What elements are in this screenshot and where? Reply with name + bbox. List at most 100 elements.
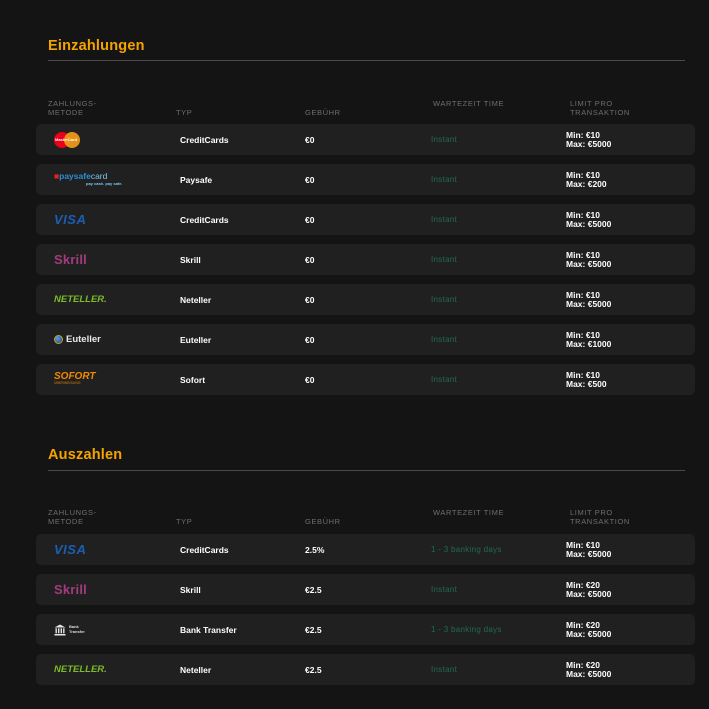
col-header-wait: WARTEZEIT TIME	[433, 99, 505, 108]
payment-wait: Instant	[431, 375, 458, 384]
payment-wait: 1 - 3 banking days	[431, 625, 502, 634]
payment-limit: Min: €20 Max: €5000	[566, 654, 611, 685]
payment-wait: Instant	[431, 335, 458, 344]
neteller-icon: NETELLER.	[54, 294, 107, 305]
payment-limit: Min: €10 Max: €5000	[566, 244, 611, 275]
col-header-type: TYP	[176, 517, 193, 526]
col-header-method: ZAHLUNGS- METODE	[48, 508, 97, 526]
neteller-logo: NETELLER.	[54, 284, 154, 315]
limit-max: Max: €5000	[566, 588, 612, 599]
deposits-title: Einzahlungen	[48, 38, 145, 54]
payment-wait: Instant	[431, 215, 458, 224]
withdrawals-divider	[48, 470, 685, 471]
payment-fee: €2.5	[305, 584, 322, 595]
paysafecard-logo: ■paysafecard pay cash. pay safe.	[54, 164, 154, 195]
payment-wait: Instant	[431, 135, 458, 144]
payment-limit: Min: €10 Max: €5000	[566, 204, 611, 235]
payment-fee: €0	[305, 214, 315, 225]
payment-limit: Min: €10 Max: €200	[566, 164, 607, 195]
payment-fee: €2.5	[305, 624, 322, 635]
paysafecard-icon: ■paysafecard pay cash. pay safe.	[54, 170, 123, 186]
skrill-logo: Skrill	[54, 574, 154, 605]
payment-fee: €0	[305, 254, 315, 265]
payment-wait: Instant	[431, 295, 458, 304]
col-header-limit: LIMIT PRO TRANSAKTION	[570, 508, 630, 526]
col-header-fee: GEBÜHR	[305, 108, 341, 117]
payment-wait: Instant	[431, 175, 458, 184]
table-row: MasterCard CreditCards €0 Instant Min: €…	[36, 124, 695, 155]
mastercard-icon: MasterCard	[54, 131, 80, 148]
payment-limit: Min: €10 Max: €5000	[566, 124, 611, 155]
table-row: Skrill Skrill €0 Instant Min: €10 Max: €…	[36, 244, 695, 275]
payment-limit: Min: €10 Max: €1000	[566, 324, 611, 355]
payment-wait: Instant	[431, 255, 458, 264]
payment-limit: Min: €10 Max: €5000	[566, 534, 611, 565]
table-row: NETELLER. Neteller €0 Instant Min: €10 M…	[36, 284, 695, 315]
visa-logo: VISA	[54, 204, 154, 235]
payment-fee: €0	[305, 294, 315, 305]
visa-icon: VISA	[54, 212, 87, 227]
col-header-type: TYP	[176, 108, 193, 117]
limit-max: Max: €5000	[566, 668, 612, 679]
table-row: VISA CreditCards 2.5% 1 - 3 banking days…	[36, 534, 695, 565]
payment-type: Skrill	[180, 584, 201, 595]
limit-max: Max: €500	[566, 378, 607, 389]
limit-max: Max: €5000	[566, 628, 612, 639]
limit-max: Max: €5000	[566, 138, 612, 149]
payment-fee: 2.5%	[305, 544, 325, 555]
payment-fee: €2.5	[305, 664, 322, 675]
payment-type: Paysafe	[180, 174, 213, 185]
table-row: ■paysafecard pay cash. pay safe. Paysafe…	[36, 164, 695, 195]
euteller-logo: Euteller	[54, 324, 154, 355]
payment-type: Sofort	[180, 374, 206, 385]
bank-icon: Bank Transfer	[54, 624, 85, 636]
sofort-logo: SOFORT ÜBERWEISUNG	[54, 364, 154, 395]
limit-max: Max: €200	[566, 178, 607, 189]
skrill-icon: Skrill	[54, 252, 87, 267]
table-row: Skrill Skrill €2.5 Instant Min: €20 Max:…	[36, 574, 695, 605]
withdrawals-title: Auszahlen	[48, 447, 123, 463]
col-header-wait: WARTEZEIT TIME	[433, 508, 505, 517]
table-row: Euteller Euteller €0 Instant Min: €10 Ma…	[36, 324, 695, 355]
payment-limit: Min: €20 Max: €5000	[566, 614, 611, 645]
payment-type: Skrill	[180, 254, 201, 265]
payment-fee: €0	[305, 334, 315, 345]
col-header-limit: LIMIT PRO TRANSAKTION	[570, 99, 630, 117]
limit-max: Max: €5000	[566, 258, 612, 269]
payment-type: Neteller	[180, 664, 212, 675]
payment-fee: €0	[305, 174, 315, 185]
payment-wait: 1 - 3 banking days	[431, 545, 502, 554]
payment-wait: Instant	[431, 585, 458, 594]
skrill-logo: Skrill	[54, 244, 154, 275]
payment-type: CreditCards	[180, 214, 229, 225]
table-row: NETELLER. Neteller €2.5 Instant Min: €20…	[36, 654, 695, 685]
col-header-fee: GEBÜHR	[305, 517, 341, 526]
payment-limit: Min: €20 Max: €5000	[566, 574, 611, 605]
payment-fee: €0	[305, 134, 315, 145]
payment-type: CreditCards	[180, 134, 229, 145]
limit-max: Max: €5000	[566, 298, 612, 309]
table-row: SOFORT ÜBERWEISUNG Sofort €0 Instant Min…	[36, 364, 695, 395]
payment-type: Bank Transfer	[180, 624, 237, 635]
payment-limit: Min: €10 Max: €500	[566, 364, 607, 395]
visa-icon: VISA	[54, 542, 87, 557]
payment-limit: Min: €10 Max: €5000	[566, 284, 611, 315]
visa-logo: VISA	[54, 534, 154, 565]
payment-wait: Instant	[431, 665, 458, 674]
sofort-icon: SOFORT ÜBERWEISUNG	[54, 370, 96, 385]
mastercard-logo: MasterCard	[54, 124, 154, 155]
bank-transfer-logo: Bank Transfer	[54, 614, 154, 645]
limit-max: Max: €5000	[566, 548, 612, 559]
neteller-logo: NETELLER.	[54, 654, 154, 685]
payment-fee: €0	[305, 374, 315, 385]
deposits-divider	[48, 60, 685, 61]
limit-max: Max: €5000	[566, 218, 612, 229]
limit-max: Max: €1000	[566, 338, 612, 349]
skrill-icon: Skrill	[54, 582, 87, 597]
payment-type: Euteller	[180, 334, 212, 345]
euteller-icon: Euteller	[54, 334, 101, 345]
payment-type: Neteller	[180, 294, 212, 305]
payment-type: CreditCards	[180, 544, 229, 555]
table-row: VISA CreditCards €0 Instant Min: €10 Max…	[36, 204, 695, 235]
col-header-method: ZAHLUNGS- METODE	[48, 99, 97, 117]
